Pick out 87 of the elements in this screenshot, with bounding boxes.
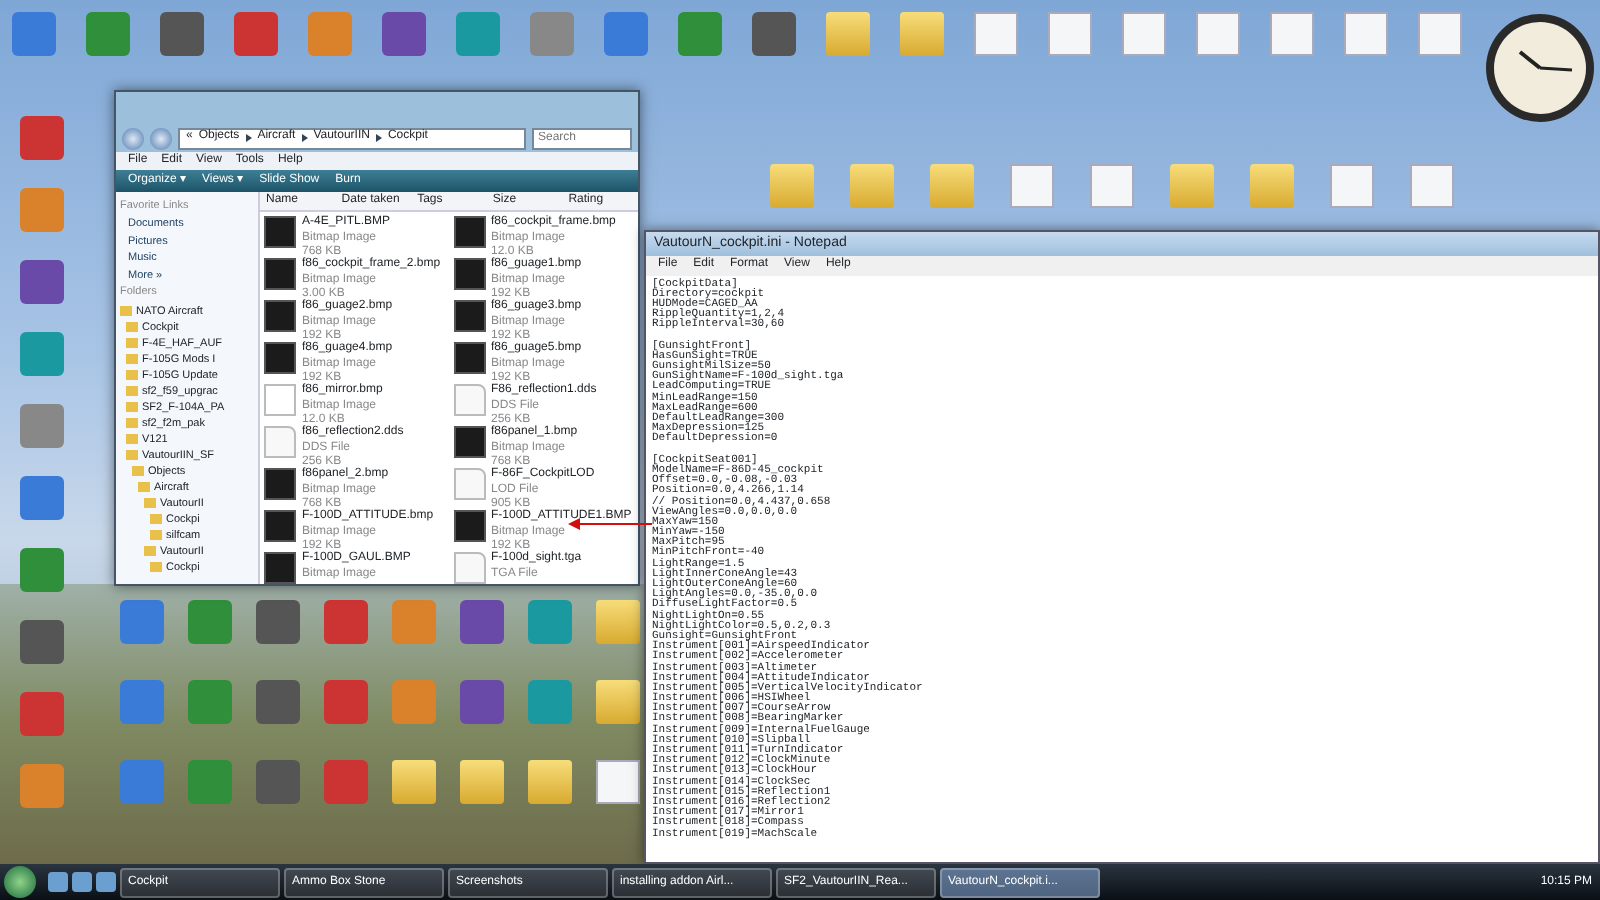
desktop-app-icon[interactable]: [20, 548, 64, 592]
desktop-app-icon[interactable]: [20, 260, 64, 304]
image-thumbnail: [264, 468, 296, 501]
image-thumbnail: [453, 426, 485, 459]
desktop-file-icon[interactable]: [1344, 12, 1388, 56]
desktop-file-icon[interactable]: [1330, 164, 1374, 208]
desktop-app-icon[interactable]: [678, 12, 722, 56]
image-thumbnail: [264, 258, 296, 291]
desktop-app-icon[interactable]: [528, 680, 572, 724]
desktop-app-icon[interactable]: [20, 476, 64, 520]
desktop-app-icon[interactable]: [160, 12, 204, 56]
desktop-app-icon[interactable]: [12, 12, 56, 56]
back-button[interactable]: [122, 127, 144, 149]
desktop-file-icon[interactable]: [974, 12, 1018, 56]
desktop-folder-icon[interactable]: [528, 760, 572, 804]
desktop-app-icon[interactable]: [120, 680, 164, 724]
desktop-folder-icon[interactable]: [460, 760, 504, 804]
document-icon: [264, 426, 296, 459]
desktop-app-icon[interactable]: [20, 116, 64, 160]
desktop-app-icon[interactable]: [20, 620, 64, 664]
desktop-app-icon[interactable]: [188, 680, 232, 724]
desktop-file-icon[interactable]: [1048, 12, 1092, 56]
desktop-file-icon[interactable]: [1270, 12, 1314, 56]
desktop-folder-icon[interactable]: [826, 12, 870, 56]
chevron-icon: [301, 134, 308, 142]
document-icon: [453, 384, 485, 417]
image-thumbnail: [264, 300, 296, 333]
desktop-app-icon[interactable]: [324, 760, 368, 804]
desktop-folder-icon[interactable]: [596, 600, 640, 644]
document-icon: [453, 468, 485, 501]
desktop-app-icon[interactable]: [20, 764, 64, 808]
desktop-app-icon[interactable]: [256, 680, 300, 724]
desktop-app-icon[interactable]: [120, 760, 164, 804]
desktop-app-icon[interactable]: [120, 600, 164, 644]
desktop-app-icon[interactable]: [308, 12, 352, 56]
desktop-folder-icon[interactable]: [1250, 164, 1294, 208]
chevron-icon: [375, 134, 382, 142]
desktop-app-icon[interactable]: [392, 680, 436, 724]
desktop-folder-icon[interactable]: [596, 680, 640, 724]
desktop-app-icon[interactable]: [392, 600, 436, 644]
desktop-app-icon[interactable]: [460, 680, 504, 724]
desktop-app-icon[interactable]: [456, 12, 500, 56]
image-thumbnail: [453, 342, 485, 375]
image-thumbnail: [453, 258, 485, 291]
desktop-app-icon[interactable]: [382, 12, 426, 56]
desktop-app-icon[interactable]: [324, 600, 368, 644]
desktop-folder-icon[interactable]: [930, 164, 974, 208]
image-thumbnail: [264, 342, 296, 375]
desktop-file-icon[interactable]: [1196, 12, 1240, 56]
desktop-file-icon[interactable]: [1090, 164, 1134, 208]
desktop-folder-icon[interactable]: [850, 164, 894, 208]
desktop-file-icon[interactable]: [1418, 12, 1462, 56]
image-thumbnail: [453, 216, 485, 249]
start-button[interactable]: [4, 866, 36, 898]
desktop-app-icon[interactable]: [752, 12, 796, 56]
desktop-app-icon[interactable]: [256, 600, 300, 644]
forward-button[interactable]: [150, 127, 172, 149]
image-thumbnail: [453, 300, 485, 333]
desktop-app-icon[interactable]: [460, 600, 504, 644]
image-thumbnail: [264, 552, 296, 584]
desktop-app-icon[interactable]: [20, 404, 64, 448]
image-thumbnail: [453, 510, 485, 543]
desktop-app-icon[interactable]: [188, 600, 232, 644]
image-thumbnail: [264, 216, 296, 249]
desktop-file-icon[interactable]: [596, 760, 640, 804]
desktop-app-icon[interactable]: [324, 680, 368, 724]
desktop-folder-icon[interactable]: [900, 12, 944, 56]
desktop-app-icon[interactable]: [256, 760, 300, 804]
blank-thumbnail: [264, 384, 296, 417]
image-thumbnail: [264, 510, 296, 543]
desktop-folder-icon[interactable]: [770, 164, 814, 208]
desktop-file-icon[interactable]: [1410, 164, 1454, 208]
desktop-app-icon[interactable]: [86, 12, 130, 56]
desktop-app-icon[interactable]: [20, 188, 64, 232]
desktop-app-icon[interactable]: [188, 760, 232, 804]
desktop-folder-icon[interactable]: [392, 760, 436, 804]
desktop-app-icon[interactable]: [604, 12, 648, 56]
desktop-app-icon[interactable]: [20, 692, 64, 736]
desktop-folder-icon[interactable]: [1170, 164, 1214, 208]
desktop-file-icon[interactable]: [1122, 12, 1166, 56]
desktop-app-icon[interactable]: [530, 12, 574, 56]
desktop-app-icon[interactable]: [528, 600, 572, 644]
desktop-app-icon[interactable]: [20, 332, 64, 376]
clock-gadget-icon[interactable]: [1484, 12, 1596, 124]
chevron-icon: [245, 134, 252, 142]
desktop-app-icon[interactable]: [234, 12, 278, 56]
desktop-file-icon[interactable]: [1010, 164, 1054, 208]
